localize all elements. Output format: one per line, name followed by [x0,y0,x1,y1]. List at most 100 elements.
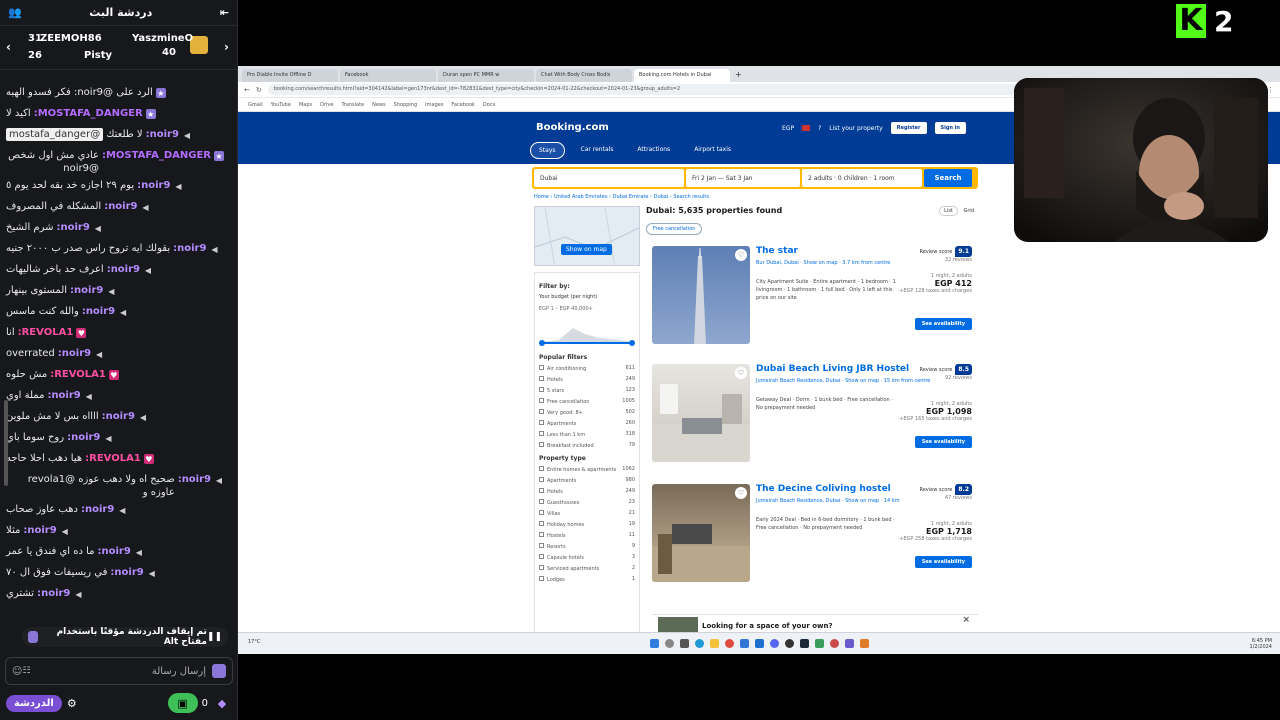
chat-username[interactable]: noir9: [173,242,206,255]
filter-option[interactable]: Apartments 260 [539,420,635,427]
filter-option[interactable]: 5 stars 123 [539,387,635,394]
nav-stays[interactable]: Stays [530,142,565,159]
filter-option[interactable]: Guesthouses 23 [539,499,635,506]
chat-username[interactable]: noir9: [178,473,211,486]
register-button[interactable]: Register [890,122,927,134]
discord-icon[interactable] [769,639,779,648]
property-title[interactable]: The Decine Coliving hostel [756,484,891,494]
property-location[interactable]: Bur Dubai, Dubai · Show on map · 3.7 km … [756,260,890,266]
see-availability-button[interactable]: See availability [914,436,972,448]
list-property-link[interactable]: List your property [829,125,882,132]
chat-send-button[interactable]: الدردشة [6,694,62,712]
chat-username[interactable]: noir9: [107,263,140,276]
browser-menu-icon[interactable]: ⋮ [1267,86,1274,94]
gif-icon[interactable]: ☷ [22,666,30,676]
filter-option[interactable]: Air conditioning 611 [539,365,635,372]
chat-username[interactable]: noir9: [58,347,91,360]
wishlist-heart-icon[interactable]: ♡ [735,249,747,261]
browser-tab[interactable]: Chat With Body Cross Bodis [536,69,632,82]
chat-username[interactable]: noir9: [146,128,179,141]
chat-input[interactable]: ☺ ☷ إرسال رسالة [5,657,233,685]
gift-box-icon[interactable]: ▣ [167,693,198,713]
app-icon[interactable] [844,639,854,648]
property-photo[interactable]: ♡ [652,246,750,344]
chat-username[interactable]: noir9: [104,200,137,213]
taskbar-clock[interactable]: 6:45 PM 1/2/2024 [1250,638,1272,650]
dates-field[interactable]: Fri 2 Jan — Sat 3 Jan [686,169,800,187]
chat-username[interactable]: noir9: [47,389,80,402]
bookmark-item[interactable]: Translate [341,102,364,108]
help-icon[interactable]: ? [818,125,821,132]
filter-option[interactable]: Hotels 249 [539,488,635,495]
chat-username[interactable]: noir9: [37,587,70,600]
chat-username[interactable]: noir9: [98,545,131,558]
reload-icon[interactable]: ↻ [256,86,262,94]
bookmark-item[interactable]: Gmail [248,102,263,108]
grid-view-toggle[interactable]: Grid [960,207,979,215]
property-card[interactable]: ♡ Dubai Beach Living JBR Hostel Jumeirah… [646,356,978,470]
app-icon[interactable] [829,639,839,648]
back-arrow-icon[interactable]: ← [244,86,250,94]
see-availability-button[interactable]: See availability [914,556,972,568]
chat-username[interactable]: noir9: [110,566,143,579]
chat-username[interactable]: MOSTAFA_DANGER: [102,149,211,162]
leaderboard-prev-icon[interactable]: ‹ [6,40,11,54]
app-icon[interactable] [814,639,824,648]
bookmark-item[interactable]: Drive [320,102,333,108]
chat-username[interactable]: REVOLA1: [18,326,74,339]
filter-option[interactable]: Serviced apartments 2 [539,565,635,572]
search-icon[interactable] [664,639,674,648]
list-view-toggle[interactable]: List [939,205,958,216]
nav-attractions[interactable]: Attractions [629,142,678,159]
bookmark-item[interactable]: Images [425,102,443,108]
property-photo[interactable]: ♡ [652,364,750,462]
chat-username[interactable]: noir9: [82,305,115,318]
currency-selector[interactable]: EGP [782,125,794,132]
chat-username[interactable]: noir9: [67,431,100,444]
search-button[interactable]: Search [924,169,972,187]
start-menu-icon[interactable] [649,639,659,648]
close-banner-icon[interactable]: × [962,615,970,625]
chat-username[interactable]: noir9: [70,284,103,297]
filter-option[interactable]: Breakfast included 79 [539,442,635,449]
obs-icon[interactable] [784,639,794,648]
chat-username[interactable]: noir9: [137,179,170,192]
chat-username[interactable]: MOSTAFA_DANGER: [34,107,143,120]
show-on-map-button[interactable]: Show on map [561,244,612,255]
wishlist-heart-icon[interactable]: ♡ [735,367,747,379]
browser-tab[interactable]: Pro Diablo Invite Offline D [242,69,338,82]
free-cancellation-pill[interactable]: Free cancellation [646,223,703,235]
browser-tab[interactable]: Duran spen PC MMR w [438,69,534,82]
app-icon[interactable] [859,639,869,648]
destination-field[interactable]: Dubai [534,169,684,187]
property-photo[interactable]: ♡ [652,484,750,582]
map-preview[interactable]: Show on map [534,206,640,266]
chrome-icon[interactable] [724,639,734,648]
sign-in-button[interactable]: Sign in [934,122,966,134]
settings-gear-icon[interactable]: ⚙ [62,693,82,713]
filter-option[interactable]: Very good: 8+ 502 [539,409,635,416]
chat-username[interactable]: noir9: [57,221,90,234]
property-card[interactable]: ♡ The Decine Coliving hostel Jumeirah Be… [646,476,978,590]
chat-username[interactable]: noir9: [23,524,56,537]
filter-option[interactable]: Villas 21 [539,510,635,517]
pause-icon[interactable]: ❚❚ [207,632,222,642]
chat-paused-banner[interactable]: تم إيقاف الدردشة مؤقتًا باستخدام مفتاح A… [22,627,228,647]
explorer-icon[interactable] [709,639,719,648]
property-title[interactable]: Dubai Beach Living JBR Hostel [756,364,909,374]
bookmark-item[interactable]: Maps [299,102,312,108]
edge-icon[interactable] [694,639,704,648]
collapse-arrow-icon[interactable]: ⇤ [220,6,229,19]
guests-field[interactable]: 2 adults · 0 children · 1 room [802,169,922,187]
chat-username[interactable]: REVOLA1: [50,368,106,381]
wishlist-heart-icon[interactable]: ♡ [735,487,747,499]
filter-option[interactable]: Hostels 11 [539,532,635,539]
mail-icon[interactable] [754,639,764,648]
chat-users-icon[interactable]: 👥 [8,6,22,19]
bookmark-item[interactable]: Docs [483,102,495,108]
weather-widget[interactable]: 17°C [248,639,260,645]
filter-option[interactable]: Less than 1 km 318 [539,431,635,438]
filter-option[interactable]: Apartments 980 [539,477,635,484]
bookmark-item[interactable]: News [372,102,386,108]
task-view-icon[interactable] [679,639,689,648]
